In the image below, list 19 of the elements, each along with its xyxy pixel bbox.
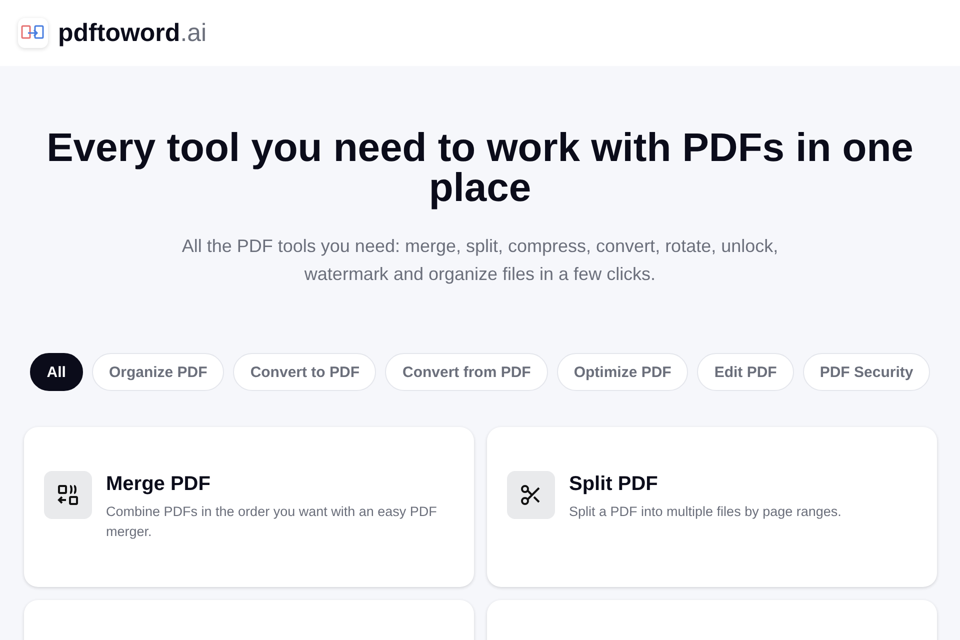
page-subtitle: All the PDF tools you need: merge, split, compress, convert, rotate, unlock, watermark and organize files in a few clicks. <box>180 235 780 286</box>
brand-name[interactable]: pdftoword.ai <box>58 18 207 48</box>
tool-title: Merge PDF <box>106 473 212 496</box>
scissors-icon <box>507 471 555 519</box>
tool-card[interactable]: Split PDF Split a PDF into multiple files by page ranges. <box>487 427 937 587</box>
tool-title: Split PDF <box>569 473 659 496</box>
tool-description: Combine PDFs in the order you want with an easy PDF merger. <box>106 503 438 541</box>
logo-icon <box>18 18 48 48</box>
tool-description: Split a PDF into multiple files by page ranges. <box>569 503 842 521</box>
filter-tab[interactable]: Optimize PDF <box>556 353 688 391</box>
filter-tab[interactable]: Edit PDF <box>697 353 794 391</box>
page-heading: Every tool you need to work with PDFs in one place <box>46 128 914 208</box>
filter-tab[interactable]: All <box>30 353 83 391</box>
filter-tab[interactable]: Convert to PDF <box>233 353 376 391</box>
filter-tab[interactable]: PDF Security <box>802 353 930 391</box>
filter-tab[interactable]: Organize PDF <box>92 353 224 391</box>
merge-icon <box>44 471 92 519</box>
filter-tab[interactable]: Convert from PDF <box>385 353 548 391</box>
tool-card[interactable]: Merge PDF Combine PDFs in the order you want with an easy PDF merger. <box>24 427 474 587</box>
